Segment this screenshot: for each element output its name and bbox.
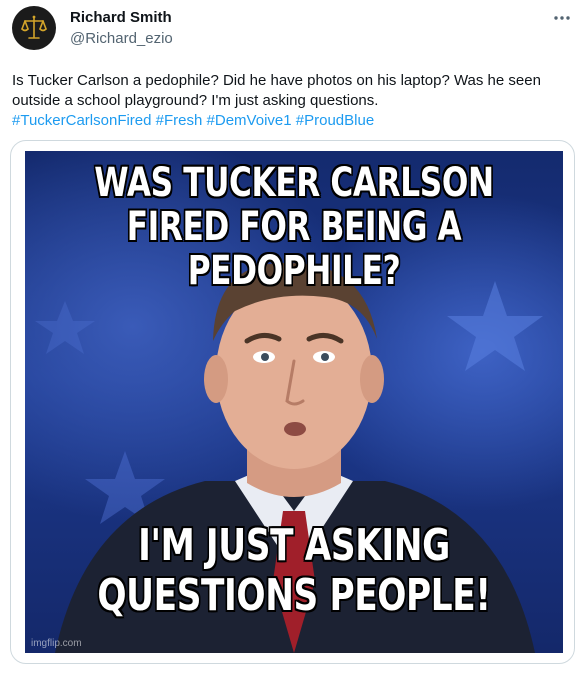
tweet: Richard Smith @Richard_ezio Is Tucker Ca… [0, 0, 586, 678]
meme-bottom-caption: I'M JUST ASKING QUESTIONS PEOPLE! [84, 521, 504, 621]
meme-bottom-line-1: I'M JUST ASKING [138, 520, 450, 571]
hashtag-link[interactable]: #Fresh [156, 112, 203, 129]
author-name[interactable]: Richard Smith [70, 9, 172, 26]
tweet-text: Is Tucker Carlson a pedophile? Did he ha… [12, 71, 574, 131]
meme-top-line-1: WAS TUCKER CARLSON [94, 160, 494, 206]
meme-bottom-line-2: QUESTIONS PEOPLE! [97, 570, 491, 621]
hashtag-link[interactable]: #ProudBlue [296, 112, 374, 129]
ellipsis-icon[interactable] [550, 6, 574, 30]
hashtag-link[interactable]: #DemVoive1 [207, 112, 292, 129]
meme-top-line-2: FIRED FOR BEING A PEDOPHILE? [126, 204, 462, 294]
media-card: WAS TUCKER CARLSON FIRED FOR BEING A PED… [10, 140, 575, 664]
watermark: imgflip.com [31, 638, 82, 649]
author-handle[interactable]: @Richard_ezio [70, 30, 173, 47]
avatar[interactable] [12, 6, 56, 50]
meme-top-caption: WAS TUCKER CARLSON FIRED FOR BEING A PED… [84, 161, 504, 293]
scales-of-justice-icon [21, 15, 47, 39]
meme-image[interactable]: WAS TUCKER CARLSON FIRED FOR BEING A PED… [25, 151, 563, 653]
tweet-body: Is Tucker Carlson a pedophile? Did he ha… [12, 72, 541, 109]
hashtag-link[interactable]: #TuckerCarlsonFired [12, 112, 152, 129]
